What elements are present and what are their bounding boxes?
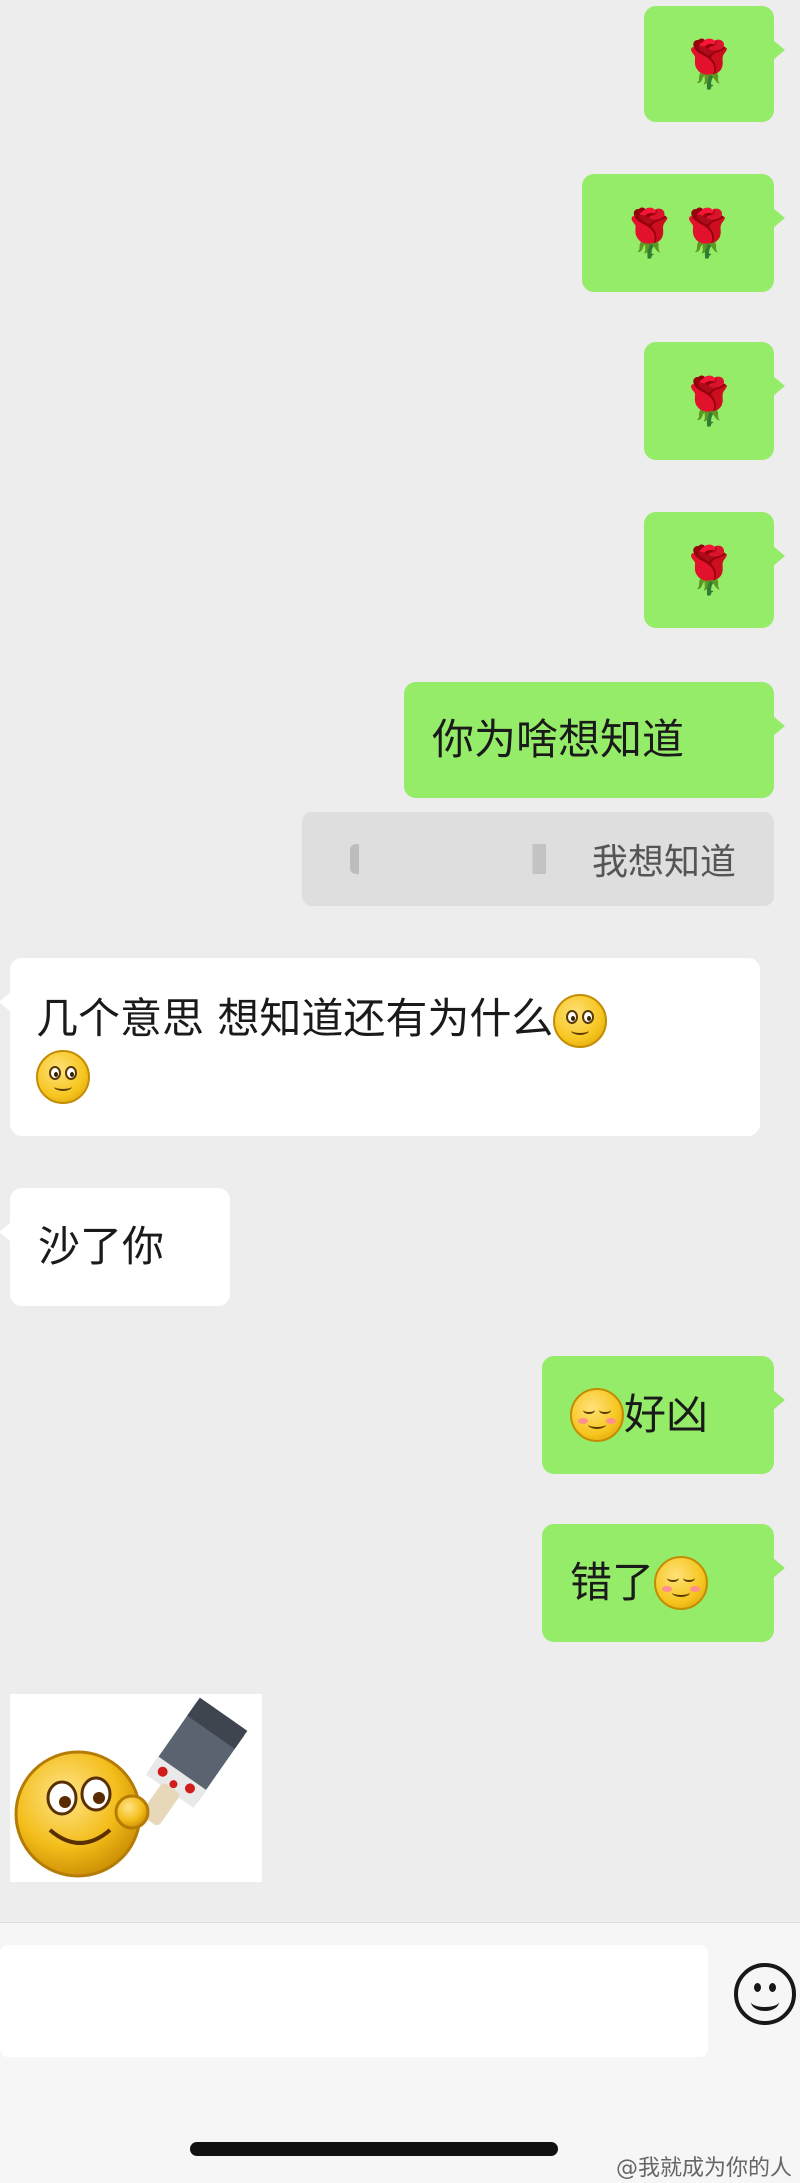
watermark: @我就成为你的人 xyxy=(615,2156,792,2181)
quoted-text: 我想知道 xyxy=(591,842,736,883)
message-kill-you[interactable]: 沙了你 xyxy=(0,1188,230,1306)
rose-icon: 🌹 xyxy=(680,37,738,91)
message-input[interactable] xyxy=(0,1945,708,2057)
message-rose-4[interactable]: 🌹 xyxy=(644,512,785,628)
message-rose-1[interactable]: 🌹 xyxy=(644,6,785,122)
message-so-fierce[interactable]: 好凶 xyxy=(542,1356,785,1474)
smiley-face-icon[interactable] xyxy=(734,1963,796,2025)
quoted-reply[interactable]: 我想知道 xyxy=(302,812,774,906)
message-why-want-know[interactable]: 你为啥想知道 xyxy=(404,682,785,798)
rose-icon: 🌹 xyxy=(680,374,738,428)
home-indicator[interactable] xyxy=(190,2142,558,2156)
message-text: 你为啥想知道 xyxy=(432,715,685,764)
sticker-message[interactable] xyxy=(10,1694,262,1882)
shy-emoji-icon xyxy=(570,1388,624,1442)
smiley-cleaver-sticker-icon xyxy=(14,1697,248,1878)
blurred-name xyxy=(350,844,578,874)
rose-icon: 🌹🌹 xyxy=(620,206,736,260)
message-rose-3[interactable]: 🌹 xyxy=(644,342,785,460)
message-what-mean[interactable]: 几个意思 想知道还有为什么 xyxy=(0,958,760,1136)
message-sorry[interactable]: 错了 xyxy=(542,1524,785,1642)
message-rose-2[interactable]: 🌹🌹 xyxy=(582,174,785,292)
smile-emoji-icon xyxy=(553,994,608,1049)
shy-emoji-icon xyxy=(654,1556,709,1610)
rose-icon: 🌹 xyxy=(680,543,738,597)
input-bar xyxy=(0,1922,800,2183)
message-text: 好凶 xyxy=(624,1390,709,1439)
message-text: 几个意思 想知道还有为什么 xyxy=(36,990,608,1049)
message-text: 沙了你 xyxy=(38,1222,165,1271)
message-text: 错了 xyxy=(570,1558,655,1607)
smile-emoji-icon xyxy=(36,1050,90,1105)
message-text-line2 xyxy=(36,1050,90,1105)
